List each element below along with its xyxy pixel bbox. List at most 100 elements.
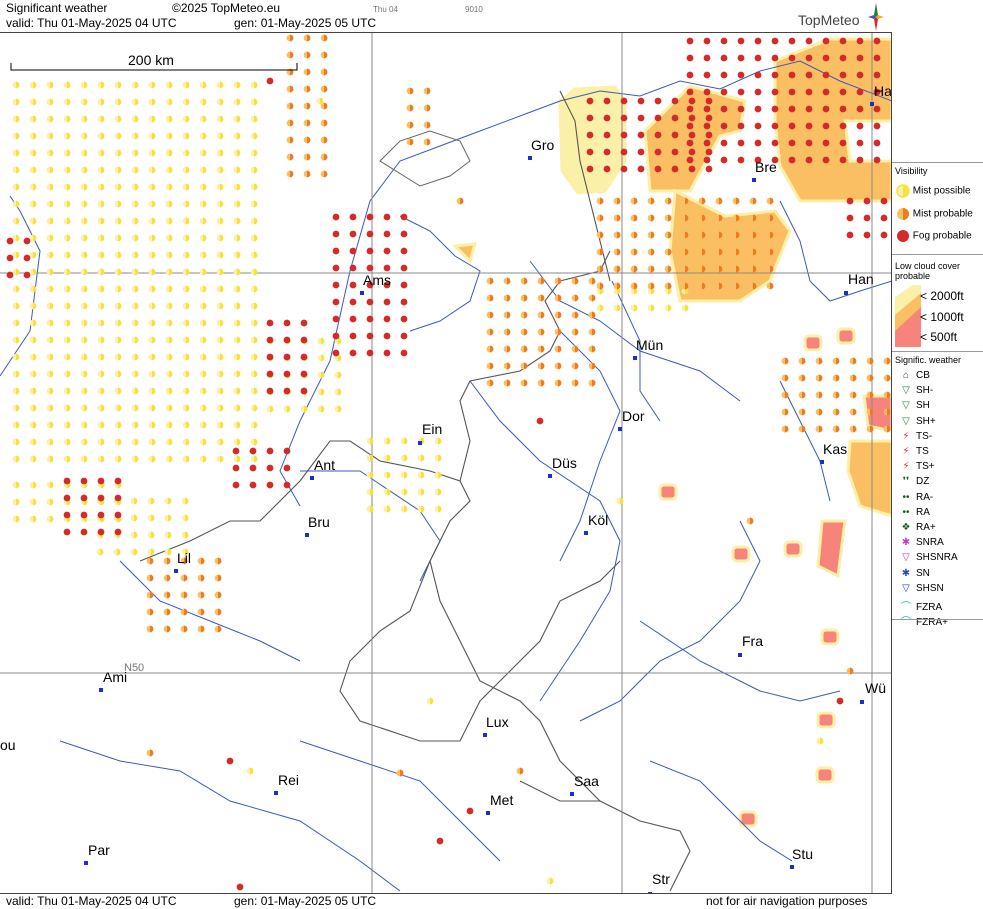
legend-fog-probable: Fog probable bbox=[896, 229, 972, 243]
city-label: Ha bbox=[874, 83, 892, 99]
sig-fzra-icon: ⌒ bbox=[901, 602, 911, 613]
city-label: Dor bbox=[622, 408, 645, 424]
city-bre[interactable]: Bre bbox=[752, 159, 777, 182]
coastline-ijssel bbox=[379, 130, 471, 187]
city-mün[interactable]: Mün bbox=[633, 337, 663, 360]
legend-sig-sh: ▽ SH- bbox=[896, 385, 933, 396]
sig-sh-icon: ▽ bbox=[902, 400, 910, 412]
city-fra[interactable]: Fra bbox=[738, 633, 763, 657]
city-ams[interactable]: Ams bbox=[360, 272, 391, 295]
city-label: Ams bbox=[363, 272, 391, 288]
water-line-14 bbox=[639, 620, 841, 702]
city-label: Rei bbox=[278, 772, 299, 788]
low-cloud-patch-4 bbox=[783, 540, 803, 558]
city-stu[interactable]: Stu bbox=[790, 846, 813, 869]
city-label: Mün bbox=[636, 337, 663, 353]
legend-sig-ra: •• RA- bbox=[896, 492, 933, 503]
city-gro[interactable]: Gro bbox=[528, 137, 555, 160]
border-line-1 bbox=[459, 250, 611, 482]
city-lil[interactable]: Lil bbox=[174, 550, 191, 573]
sig-sh-icon: ▽ bbox=[902, 385, 910, 397]
fog-probable-icon bbox=[897, 230, 909, 242]
sig-fzra-icon: ⌒ bbox=[901, 617, 911, 629]
city-saa[interactable]: Saa bbox=[570, 773, 599, 796]
legend-sig-snra: ✱ SNRA bbox=[896, 537, 944, 548]
city-wü[interactable]: Wü bbox=[860, 680, 886, 704]
legend-sig-dz: ❜❜ DZ bbox=[896, 476, 930, 487]
legend-sig-ts: ⚡ TS+ bbox=[896, 461, 934, 473]
small-day: Thu 04 bbox=[373, 5, 398, 14]
city-label: Fra bbox=[742, 633, 763, 649]
bottom-bar: valid: Thu 01-May-2025 04 UTC gen: 01-Ma… bbox=[0, 894, 892, 909]
city-label: Kas bbox=[823, 441, 847, 457]
latitude-label: N50 bbox=[124, 662, 144, 674]
low-cloud-area-6 bbox=[846, 439, 891, 518]
city-köl[interactable]: Köl bbox=[584, 512, 608, 535]
legend-mist-probable: Mist probable bbox=[896, 207, 973, 221]
city-str[interactable]: Str bbox=[648, 871, 670, 894]
city-bru[interactable]: Bru bbox=[305, 514, 330, 537]
city-label: Ein bbox=[422, 421, 442, 437]
low-cloud-patch-6 bbox=[816, 711, 836, 729]
legend-cloud-500: < 500ft bbox=[920, 330, 958, 344]
city-label: Lil bbox=[177, 550, 191, 566]
compass-icon bbox=[868, 3, 884, 31]
legend-sig-ts: ⚡ TS- bbox=[896, 431, 932, 442]
legend-sig-sh: ▽ SH+ bbox=[896, 416, 936, 427]
city-label: Düs bbox=[552, 455, 577, 471]
scale-bar: 200 km bbox=[10, 52, 298, 71]
sig-ra-icon: ❖ bbox=[901, 522, 911, 533]
city-lux[interactable]: Lux bbox=[483, 714, 509, 737]
sig-weather-legend-title: Signific. weather bbox=[895, 355, 962, 365]
low-cloud-patch-5 bbox=[820, 628, 840, 646]
city-label: Lux bbox=[486, 714, 509, 730]
legend-mist-possible: Mist possible bbox=[896, 184, 971, 198]
country-borders bbox=[139, 90, 691, 892]
low-cloud-patch-0 bbox=[803, 334, 823, 352]
sig-ts-icon: ⚡ bbox=[902, 430, 910, 442]
sig-ts-icon: ⚡ bbox=[902, 461, 910, 473]
legend-sig-ra: •• RA bbox=[896, 507, 929, 518]
footer-generation-time: gen: 01-May-2025 05 UTC bbox=[234, 894, 377, 908]
footer-valid-time: valid: Thu 01-May-2025 04 UTC bbox=[6, 894, 177, 908]
city-label: Gro bbox=[531, 137, 555, 153]
weather-map[interactable]: Ha Gro Bre Ams Han Mün Ein Dor Ant Kas Düs Bru Köl Li… bbox=[0, 32, 892, 894]
sig-sh-icon: ▽ bbox=[902, 415, 910, 427]
city-ami[interactable]: Ami bbox=[99, 669, 127, 692]
city-label: Han bbox=[848, 271, 874, 287]
legend-sig-sn: ✱ SN bbox=[896, 568, 930, 579]
city-label: Köl bbox=[588, 512, 608, 528]
low-cloud-patch-3 bbox=[731, 545, 751, 563]
city-ou[interactable]: ou bbox=[0, 737, 16, 753]
legend-sig-ra: ❖ RA+ bbox=[896, 522, 936, 533]
mist-probable-icon bbox=[897, 208, 909, 220]
cloud-legend-title-2: probable bbox=[895, 271, 931, 281]
border-line-0 bbox=[139, 440, 621, 742]
city-rei[interactable]: Rei bbox=[274, 772, 299, 795]
city-met[interactable]: Met bbox=[486, 792, 513, 815]
sig-sn-icon: ✱ bbox=[901, 567, 911, 579]
city-par[interactable]: Par bbox=[84, 842, 110, 865]
legend-sig-sh: ▽ SH bbox=[896, 400, 930, 411]
map-title: Significant weather bbox=[6, 1, 108, 15]
map-canvas[interactable]: Ha Gro Bre Ams Han Mün Ein Dor Ant Kas Düs Bru Köl Li… bbox=[0, 33, 892, 894]
city-label: Bru bbox=[308, 514, 330, 530]
city-ant[interactable]: Ant bbox=[310, 457, 335, 480]
sig-cb-icon: ⌂ bbox=[902, 370, 910, 381]
low-cloud-patch-2 bbox=[658, 483, 678, 501]
disclaimer: not for air navigation purposes bbox=[706, 894, 868, 908]
low-cloud-area-4 bbox=[451, 242, 478, 264]
sig-shsnra-icon: ▽ bbox=[902, 552, 910, 564]
small-code: 9010 bbox=[465, 5, 483, 14]
top-bar: Significant weather ©2025 TopMeteo.eu va… bbox=[0, 0, 892, 32]
legend-panel: Visibility Mist possible Mist probable F… bbox=[892, 32, 983, 909]
water-line-16 bbox=[779, 200, 891, 302]
sig-snra-icon: ✱ bbox=[901, 537, 911, 549]
legend-sig-cb: ⌂ CB bbox=[896, 370, 930, 381]
city-düs[interactable]: Düs bbox=[548, 455, 577, 478]
generation-time: gen: 01-May-2025 05 UTC bbox=[234, 16, 377, 30]
cloud-legend-title-1: Low cloud cover bbox=[895, 261, 961, 271]
valid-time: valid: Thu 01-May-2025 04 UTC bbox=[6, 16, 177, 30]
sig-ts-icon: ⚡ bbox=[902, 446, 910, 457]
city-kas[interactable]: Kas bbox=[820, 441, 847, 464]
